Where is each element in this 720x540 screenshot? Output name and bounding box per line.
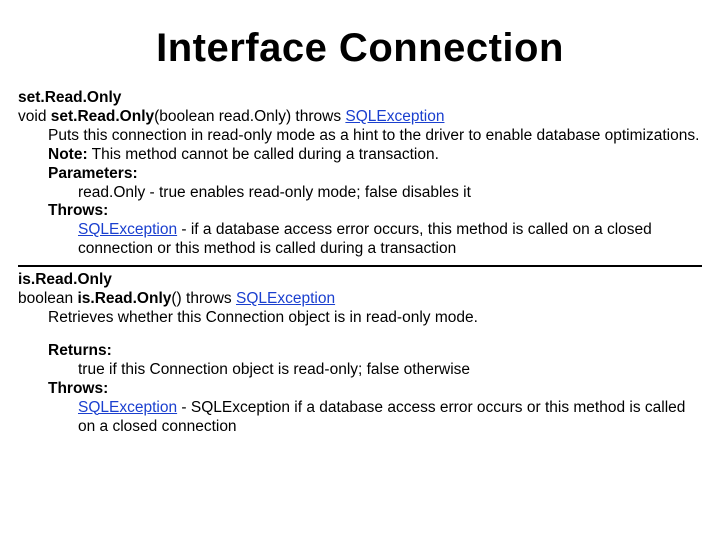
sig-prefix: void [18, 108, 51, 125]
throws-label: Throws: [48, 380, 702, 399]
returns-label: Returns: [48, 342, 702, 361]
sig-prefix: boolean [18, 290, 77, 307]
throws-body: SQLException - if a database access erro… [78, 221, 702, 259]
divider [18, 265, 702, 267]
sqlexception-link[interactable]: SQLException [345, 108, 444, 125]
note-text: This method cannot be called during a tr… [88, 146, 439, 163]
page-title: Interface Connection [18, 26, 702, 71]
sqlexception-link[interactable]: SQLException [78, 221, 177, 238]
sig-mid: () throws [171, 290, 236, 307]
sig-method: set.Read.Only [51, 108, 154, 125]
slide: Interface Connection set.Read.Only void … [0, 0, 720, 540]
method2-signature: boolean is.Read.Only() throws SQLExcepti… [18, 290, 702, 309]
throws-body: SQLException - SQLException if a databas… [78, 399, 702, 437]
slide-body: set.Read.Only void set.Read.Only(boolean… [18, 89, 702, 436]
returns-text: true if this Connection object is read-o… [78, 361, 702, 380]
spacer [18, 328, 702, 342]
method2-description: Retrieves whether this Connection object… [48, 309, 702, 328]
sqlexception-link[interactable]: SQLException [78, 399, 177, 416]
desc-text: Puts this connection in read-only mode a… [48, 127, 699, 144]
note-label: Note: [48, 146, 88, 163]
method1-description: Puts this connection in read-only mode a… [48, 127, 702, 165]
throws-label: Throws: [48, 202, 702, 221]
method1-name: set.Read.Only [18, 89, 702, 108]
sig-mid: (boolean read.Only) throws [154, 108, 345, 125]
method2-name: is.Read.Only [18, 271, 702, 290]
sig-method: is.Read.Only [77, 290, 171, 307]
parameters-text: read.Only - true enables read-only mode;… [78, 184, 702, 203]
sqlexception-link[interactable]: SQLException [236, 290, 335, 307]
method1-signature: void set.Read.Only(boolean read.Only) th… [18, 108, 702, 127]
parameters-label: Parameters: [48, 165, 702, 184]
